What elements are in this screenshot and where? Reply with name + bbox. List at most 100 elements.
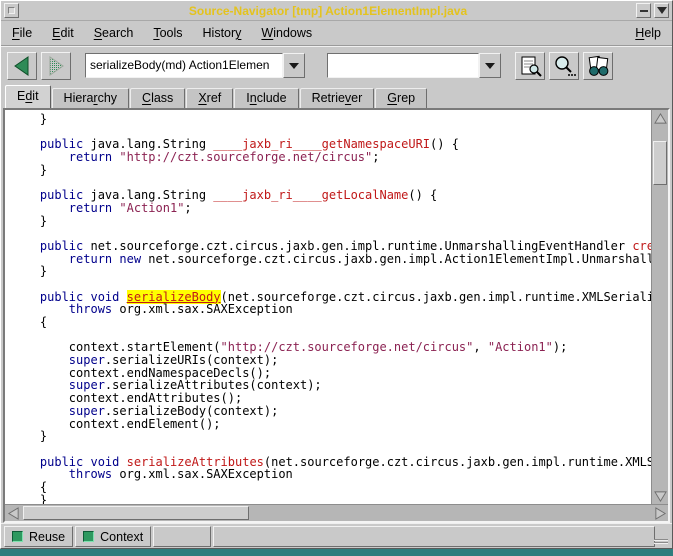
reuse-toggle[interactable]: Reuse — [4, 526, 73, 547]
label-text: Hiera — [64, 91, 94, 105]
scroll-right-button[interactable] — [652, 505, 668, 521]
scroll-down-button[interactable] — [652, 488, 668, 504]
label-mnemonic: y — [235, 26, 241, 40]
code-line: } — [11, 265, 651, 278]
tab-hierarchy[interactable]: Hierarchy — [52, 88, 130, 108]
context-toggle[interactable]: Context — [75, 526, 151, 547]
vertical-scroll-trough[interactable] — [652, 126, 668, 488]
context-label: Context — [100, 530, 143, 544]
window-menu-icon — [8, 7, 15, 14]
reuse-indicator-icon — [12, 531, 23, 542]
minimize-button[interactable] — [636, 3, 651, 18]
code-line: context.endElement(); — [11, 418, 651, 431]
code-line: return new net.sourceforge.czt.circus.ja… — [11, 253, 651, 266]
chevron-down-icon — [289, 63, 299, 69]
menu-help[interactable]: Help — [633, 24, 663, 42]
label-text: dit — [61, 26, 74, 40]
scroll-left-button[interactable] — [5, 505, 21, 521]
menu-search[interactable]: Search — [92, 24, 136, 42]
status-panel-small — [153, 526, 211, 547]
label-text: indows — [273, 26, 312, 40]
code-line: } — [11, 215, 651, 228]
forward-button[interactable] — [41, 52, 71, 80]
tab-grep[interactable]: Grep — [375, 88, 427, 108]
label-text: it — [32, 89, 38, 103]
tab-retriever[interactable]: Retriever — [300, 88, 375, 108]
label-text: elp — [644, 26, 661, 40]
label-mnemonic: C — [142, 91, 151, 105]
scroll-down-icon — [654, 490, 667, 503]
vertical-scroll-thumb[interactable] — [653, 141, 667, 185]
desktop-background-strip — [0, 549, 673, 556]
code-line: } — [11, 113, 651, 126]
label-text: lass — [151, 91, 173, 105]
menu-edit[interactable]: Edit — [50, 24, 76, 42]
title-bar[interactable]: Source-Navigator [tmp] Action1ElementImp… — [1, 1, 672, 21]
code-segment: ____jaxb_ri____getLocalName — [213, 188, 408, 202]
vertical-scrollbar[interactable] — [651, 110, 668, 504]
code-line: } — [11, 430, 651, 443]
search-files-button[interactable] — [549, 52, 579, 80]
status-bar: Reuse Context — [1, 523, 672, 549]
horizontal-scroll-trough[interactable] — [21, 505, 652, 521]
label-mnemonic: S — [94, 26, 102, 40]
symbol-combo-value[interactable]: serializeBody(md) Action1Elemen — [85, 53, 283, 78]
code-segment: { — [11, 315, 47, 329]
tab-edit[interactable]: Edit — [5, 85, 51, 108]
label-text: Retrie — [312, 91, 345, 105]
menu-bar: File Edit Search Tools History Windows Help — [1, 21, 672, 46]
code-line: return "Action1"; — [11, 202, 651, 215]
code-editor[interactable]: } public java.lang.String ____jaxb_ri___… — [5, 110, 651, 504]
minimize-icon — [640, 10, 648, 12]
tab-include[interactable]: Include — [234, 88, 298, 108]
label-text: earch — [102, 26, 133, 40]
label-text: clude — [257, 91, 287, 105]
search-combo — [327, 53, 501, 78]
menu-windows[interactable]: Windows — [259, 24, 314, 42]
label-mnemonic: n — [250, 91, 257, 105]
retriever-button[interactable] — [583, 52, 613, 80]
resize-grip[interactable] — [654, 539, 668, 546]
code-segment: , — [473, 340, 487, 354]
tab-xref[interactable]: Xref — [186, 88, 233, 108]
menu-file[interactable]: File — [10, 24, 34, 42]
pages-binoculars-icon — [586, 55, 610, 77]
scroll-up-icon — [654, 112, 667, 125]
code-line: throws org.xml.sax.SAXException — [11, 303, 651, 316]
menu-tools[interactable]: Tools — [151, 24, 184, 42]
code-segment: () { — [430, 137, 459, 151]
code-line: return "http://czt.sourceforge.net/circu… — [11, 151, 651, 164]
code-segment: () { — [408, 188, 437, 202]
menu-items: File Edit Search Tools History Windows — [10, 24, 330, 42]
forward-arrow-icon-disabled — [44, 55, 68, 77]
shade-icon — [657, 7, 667, 14]
search-combo-value[interactable] — [327, 53, 479, 78]
context-indicator-icon — [83, 531, 94, 542]
code-line: { — [11, 316, 651, 329]
symbol-combo-dropdown-button[interactable] — [283, 53, 305, 78]
editor-frame: } public java.lang.String ____jaxb_ri___… — [3, 108, 670, 523]
code-segment: ; — [184, 201, 191, 215]
scroll-up-button[interactable] — [652, 110, 668, 126]
back-arrow-icon — [10, 55, 34, 77]
window-menu-button[interactable] — [4, 3, 19, 18]
code-segment: org.xml.sax.SAXException — [112, 302, 293, 316]
search-combo-dropdown-button[interactable] — [479, 53, 501, 78]
tab-class[interactable]: Class — [130, 88, 185, 108]
maximize-button[interactable] — [654, 3, 669, 18]
back-button[interactable] — [7, 52, 37, 80]
browse-symbol-button[interactable] — [515, 52, 545, 80]
code-line: } — [11, 494, 651, 504]
reuse-label: Reuse — [29, 530, 65, 544]
toolbar: serializeBody(md) Action1Elemen — [1, 46, 672, 84]
menu-help-container: Help — [633, 24, 663, 42]
code-line: } — [11, 164, 651, 177]
label-mnemonic: E — [52, 26, 60, 40]
horizontal-scrollbar[interactable] — [5, 504, 668, 521]
label-text: ools — [160, 26, 183, 40]
chevron-down-icon — [485, 63, 495, 69]
label-mnemonic: F — [12, 26, 20, 40]
code-segment: (net.sourceforge.czt.circus.jaxb.gen.imp… — [264, 455, 651, 469]
horizontal-scroll-thumb[interactable] — [23, 506, 249, 520]
menu-history[interactable]: History — [201, 24, 244, 42]
